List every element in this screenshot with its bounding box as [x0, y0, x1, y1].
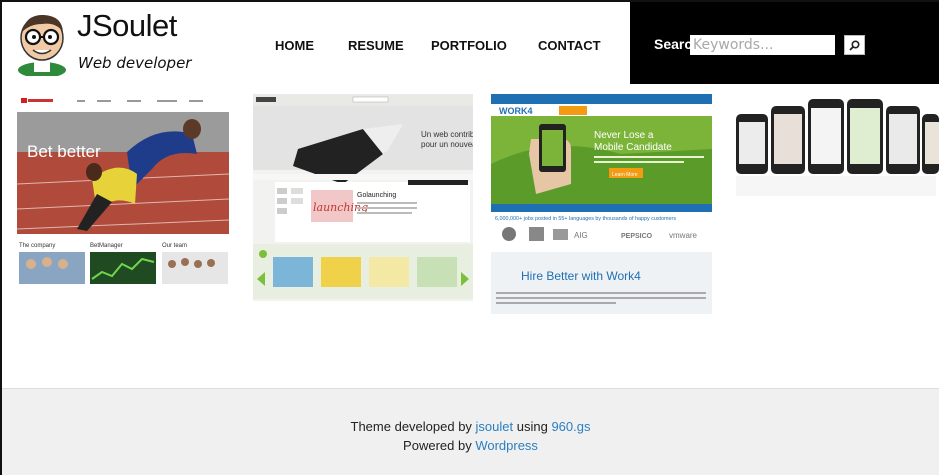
portfolio-thumb-launching[interactable]: Un web contributif pour un nouveau modèl…	[253, 94, 473, 301]
nav-home[interactable]: HOME	[275, 38, 314, 53]
site-title[interactable]: JSoulet	[77, 8, 177, 44]
nav-portfolio[interactable]: PORTFOLIO	[431, 38, 507, 53]
work4-brand-aig: AIG	[574, 231, 588, 240]
footer-powered: Powered by Wordpress	[2, 438, 939, 453]
footer-powered-prefix: Powered by	[403, 438, 476, 453]
work4-hero-2: Mobile Candidate	[594, 142, 672, 153]
launching-headline-1: Un web contributif	[421, 130, 473, 139]
site-footer: Theme developed by jsoulet using 960.gs …	[2, 388, 939, 475]
portfolio-thumb-betclic[interactable]: Bet better The company BetManager Our te…	[17, 94, 235, 294]
betclic-link-team: Our team	[162, 243, 187, 249]
betclic-slogan: Bet better	[27, 142, 101, 161]
framework-link[interactable]: 960.gs	[551, 419, 590, 434]
work4-logo: WORK4	[499, 106, 533, 116]
avatar[interactable]	[12, 10, 72, 76]
nav-contact[interactable]: CONTACT	[538, 38, 601, 53]
betclic-link-company: The company	[19, 243, 55, 249]
search-input[interactable]	[690, 35, 835, 55]
footer-credits: Theme developed by jsoulet using 960.gs	[2, 419, 939, 434]
author-link[interactable]: jsoulet	[476, 419, 514, 434]
footer-credits-mid: using	[513, 419, 552, 434]
work4-hire-title: Hire Better with Work4	[521, 269, 641, 283]
portfolio-thumb-mobile[interactable]	[731, 94, 939, 199]
launching-subtitle: Golaunching	[357, 192, 396, 199]
work4-brand-pepsico: PEPSICO	[621, 233, 653, 240]
launching-headline-2: pour un nouveau modèle	[421, 140, 473, 149]
work4-jobs-text: 6,000,000+ jobs posted in 55+ languages …	[495, 216, 676, 222]
betclic-link-betmanager: BetManager	[90, 243, 123, 249]
work4-hero-1: Never Lose a	[594, 130, 654, 141]
magnifier-icon	[849, 39, 860, 51]
work4-cta: Learn More	[612, 172, 638, 178]
search-button[interactable]	[844, 35, 865, 55]
search-bar: Search:	[630, 2, 939, 84]
nav-resume[interactable]: RESUME	[348, 38, 404, 53]
wordpress-link[interactable]: Wordpress	[475, 438, 538, 453]
portfolio-thumb-work4[interactable]: WORK4 Never Lose a Mobile Candidate Lear…	[491, 94, 712, 314]
site-subtitle: Web developer	[78, 54, 192, 72]
footer-credits-prefix: Theme developed by	[350, 419, 476, 434]
work4-brand-vmware: vmware	[669, 231, 698, 240]
